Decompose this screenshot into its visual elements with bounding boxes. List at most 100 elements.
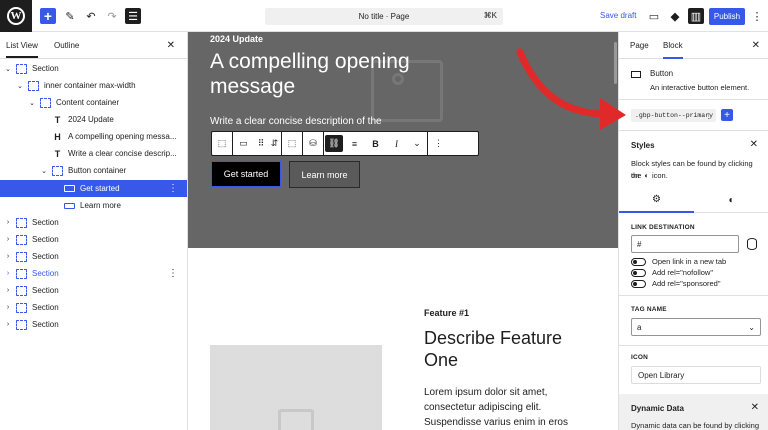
list-item[interactable]: Learn more [0,197,187,214]
kebab-icon[interactable]: ⋮ [168,183,178,194]
feature-label[interactable]: Feature #1 [424,308,469,318]
add-block-button[interactable]: + [40,8,56,24]
move-up-down-icon[interactable]: ⇵ [268,132,282,155]
settings-sidebar: Page Block ✕ Button An interactive butto… [618,32,768,430]
chip-options-icon[interactable]: ⋮ [706,112,713,120]
drag-handle-icon[interactable]: ⠿ [254,132,268,155]
chevron-down-icon[interactable]: ⌄ [28,99,36,107]
document-title-bar[interactable]: No title · Page ⌘K [265,8,503,25]
chevron-right-icon[interactable]: › [4,270,12,277]
kebab-icon[interactable]: ⋮ [168,268,178,279]
bold-icon[interactable]: B [365,132,386,155]
editor-canvas[interactable]: 2024 Update A compelling opening message… [188,32,618,430]
feature-body[interactable]: Lorem ipsum dolor sit amet, consectetur … [424,385,574,430]
chevron-down-icon[interactable]: ⌄ [40,167,48,175]
list-item[interactable]: › Section [0,282,187,299]
tab-outline[interactable]: Outline [54,41,79,50]
list-item[interactable]: › Section ⋮ [0,265,187,282]
link-destination-input[interactable]: # [631,235,739,253]
feature-image-placeholder[interactable] [210,345,382,430]
chevron-right-icon[interactable]: › [4,321,12,328]
list-item[interactable]: ⌄ Section [0,60,187,77]
css-class-chip[interactable]: .gbp-button--primary ⋮ [631,109,716,122]
feature-heading[interactable]: Describe Feature One [424,327,574,371]
align-icon[interactable]: ⬚ [282,132,303,155]
settings-sidebar-icon[interactable]: ▥ [688,8,704,24]
divider [619,130,768,131]
tab-list-view[interactable]: List View [6,41,38,58]
desktop-preview-icon[interactable]: ▭ [646,8,662,24]
settings-gear-icon[interactable]: ⚙ [619,187,694,213]
text-align-icon[interactable]: ≡ [344,132,365,155]
list-item[interactable]: › Section [0,231,187,248]
toggle-sponsored-row[interactable]: Add rel="sponsored" [631,279,721,288]
select-parent-icon[interactable]: ⬚ [212,132,233,155]
close-icon[interactable]: ✕ [167,40,175,51]
scrollbar[interactable] [614,42,617,84]
list-item[interactable]: › Section [0,299,187,316]
open-library-button[interactable]: Open Library [631,366,761,384]
tab-page[interactable]: Page [630,41,649,50]
wordpress-logo-button[interactable]: W [0,0,32,32]
redo-icon[interactable]: ↷ [104,8,120,24]
container-block-icon [16,251,27,262]
save-draft-button[interactable]: Save draft [600,11,636,20]
hero-description[interactable]: Write a clear concise description of the [210,116,382,127]
styles-contrast-icon[interactable]: ◐ [694,187,768,213]
chevron-down-icon[interactable]: ⌄ [407,132,428,155]
tab-block[interactable]: Block [663,41,683,59]
chevron-down-icon[interactable]: ⌄ [16,82,24,90]
heading-block-icon: H [54,131,61,142]
toggle-switch[interactable] [631,268,646,277]
hero-heading[interactable]: A compelling opening message [210,49,410,99]
toggle-nofollow-row[interactable]: Add rel="nofollow" [631,268,713,277]
list-item[interactable]: ⌄ Content container [0,94,187,111]
add-class-button[interactable]: + [721,109,733,121]
close-styles-icon[interactable]: ✕ [750,139,758,150]
generateblocks-icon[interactable]: ◆ [667,8,683,24]
chevron-right-icon[interactable]: › [4,304,12,311]
learn-more-button[interactable]: Learn more [289,161,360,188]
toggle-switch[interactable] [631,257,646,266]
close-dynamic-icon[interactable]: ✕ [751,402,759,413]
list-view-panel: List View Outline ✕ ⌄ Section ⌄ inner cont… [0,32,188,430]
list-item[interactable]: › Section [0,214,187,231]
dynamic-data-text: Dynamic data can be found by clicking [631,421,759,430]
chevron-right-icon[interactable]: › [4,219,12,226]
chevron-down-icon: ⌄ [748,322,755,332]
close-icon[interactable]: ✕ [752,40,760,51]
publish-button[interactable]: Publish [709,8,745,25]
italic-icon[interactable]: I [386,132,407,155]
chevron-down-icon[interactable]: ⌄ [4,65,12,73]
list-item[interactable]: ⌄ inner container max-width [0,77,187,94]
list-item-label: A compelling opening messa... [68,132,177,141]
list-item[interactable]: T Write a clear concise descrip... [0,145,187,162]
options-kebab-icon[interactable]: ⋮ [749,8,765,24]
chevron-right-icon[interactable]: › [4,253,12,260]
more-options-icon[interactable]: ⋮ [428,132,449,155]
divider [619,345,768,346]
list-item-selected[interactable]: Get started ⋮ [0,180,187,197]
tools-pencil-icon[interactable]: ✎ [62,8,78,24]
tag-name-select[interactable]: a ⌄ [631,318,761,336]
chevron-right-icon[interactable]: › [4,236,12,243]
list-item-label: Section [32,235,59,244]
list-item[interactable]: › Section [0,248,187,265]
undo-icon[interactable]: ↶ [83,8,99,24]
chevron-right-icon[interactable]: › [4,287,12,294]
hero-eyebrow[interactable]: 2024 Update [210,34,263,44]
list-item[interactable]: ⌄ Button container [0,162,187,179]
toggle-new-tab-row[interactable]: Open link in a new tab [631,257,726,266]
dynamic-data-icon[interactable]: ⛁ [303,132,324,155]
list-item[interactable]: › Section [0,316,187,333]
get-started-button[interactable]: Get started [211,161,281,187]
container-block-icon [40,97,51,108]
document-overview-button[interactable]: ☰ [125,8,141,24]
list-item[interactable]: H A compelling opening messa... [0,128,187,145]
button-block-icon[interactable]: ▭ [233,132,254,155]
dynamic-data-icon[interactable] [747,238,757,250]
hero-section[interactable]: 2024 Update A compelling opening message… [188,32,618,248]
list-item[interactable]: T 2024 Update [0,111,187,128]
toggle-switch[interactable] [631,279,646,288]
link-icon[interactable]: ⛓ [325,135,343,152]
